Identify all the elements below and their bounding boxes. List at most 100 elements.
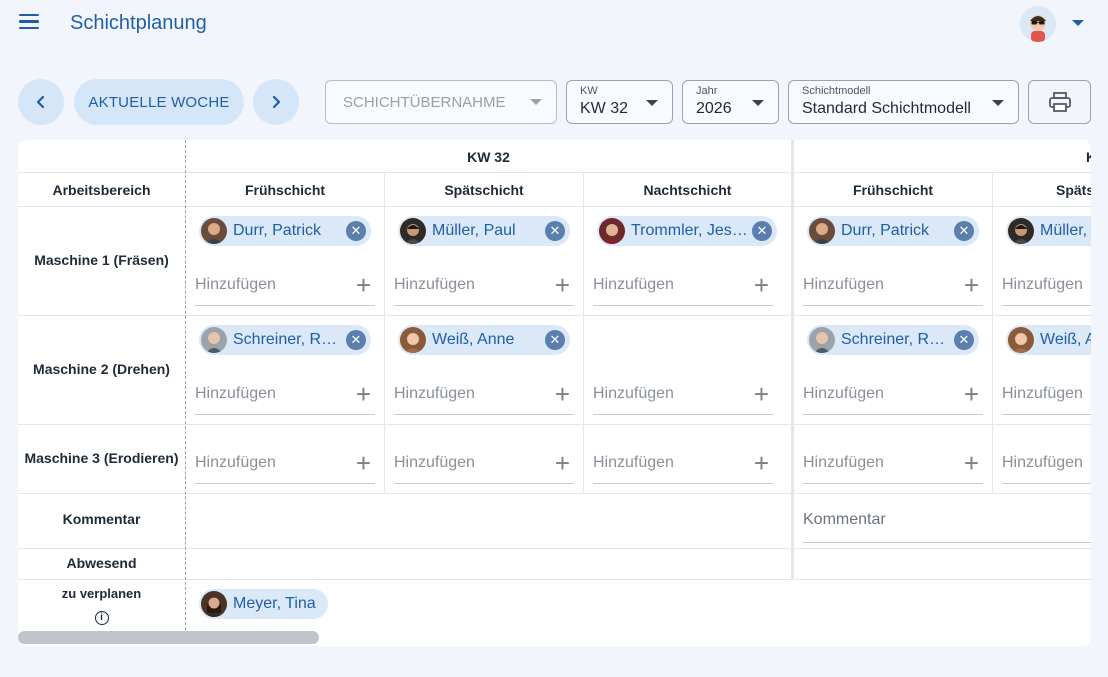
add-employee-input[interactable]: Hinzufügen + [394, 379, 574, 415]
area-column-header: Arbeitsbereich [52, 182, 151, 198]
add-employee-input[interactable]: Hinzufügen + [803, 379, 983, 415]
shift-takeover-select: SCHICHTÜBERNAHME [325, 80, 557, 124]
row-label-machine-2: Maschine 2 (Drehen) [33, 361, 170, 377]
shift-header-night: Nachtschicht [643, 182, 732, 198]
add-employee-input[interactable]: Hinzufügen + [803, 270, 983, 306]
remove-icon[interactable]: ✕ [346, 330, 366, 350]
shift-header-late: Spätschicht [444, 182, 524, 198]
plus-icon[interactable]: + [555, 381, 570, 407]
employee-chip[interactable]: Schreiner, René ✕ [807, 325, 979, 355]
add-employee-input[interactable]: Hinzufügen [1002, 379, 1091, 415]
remove-icon[interactable]: ✕ [346, 221, 366, 241]
menu-icon[interactable] [14, 10, 44, 36]
plus-icon[interactable]: + [555, 450, 570, 476]
add-employee-input[interactable]: Hinzufügen + [394, 270, 574, 306]
print-button[interactable] [1028, 80, 1091, 124]
add-employee-placeholder: Hinzufügen [1002, 385, 1083, 402]
calendar-week-select[interactable]: KW KW 32 [566, 80, 673, 124]
year-select[interactable]: Jahr 2026 [682, 80, 779, 124]
shift-model-select[interactable]: Schichtmodell Standard Schichtmodell [788, 80, 1019, 124]
employee-chip[interactable]: Schreiner, René ✕ [199, 325, 371, 355]
add-employee-input[interactable]: Hinzufügen [1002, 270, 1091, 306]
plus-icon[interactable]: + [754, 381, 769, 407]
remove-icon[interactable]: ✕ [954, 330, 974, 350]
next-week-button[interactable] [253, 79, 299, 125]
add-employee-placeholder: Hinzufügen [394, 276, 475, 293]
shift-plan-table: KW 32 K Arbeitsbereich Frühschicht Späts… [18, 140, 1091, 646]
info-icon[interactable]: i [94, 611, 109, 625]
chevron-down-icon [530, 99, 542, 105]
page-title: Schichtplanung [70, 12, 207, 34]
add-employee-placeholder: Hinzufügen [394, 385, 475, 402]
add-employee-input[interactable]: Hinzufügen + [593, 379, 773, 415]
plus-icon[interactable]: + [356, 381, 371, 407]
chevron-right-icon [272, 95, 281, 109]
chevron-down-icon [992, 100, 1004, 106]
employee-name: Weiß, Anne [432, 331, 515, 348]
calendar-week-value: KW 32 [580, 100, 629, 117]
user-avatar[interactable] [1020, 6, 1056, 42]
plus-icon[interactable]: + [356, 272, 371, 298]
remove-icon[interactable]: ✕ [545, 330, 565, 350]
remove-icon[interactable]: ✕ [954, 221, 974, 241]
employee-name: Durr, Patrick [841, 222, 930, 239]
horizontal-scrollbar[interactable] [18, 631, 319, 644]
employee-avatar [400, 218, 426, 244]
plus-icon[interactable]: + [754, 450, 769, 476]
add-employee-input[interactable]: Hinzufügen + [394, 448, 574, 484]
add-employee-input[interactable]: Hinzufügen [1002, 448, 1091, 484]
plus-icon[interactable]: + [356, 450, 371, 476]
employee-name: Durr, Patrick [233, 222, 322, 239]
shift-header-early: Frühschicht [244, 182, 326, 198]
employee-chip[interactable]: Weiß, A [1006, 325, 1091, 355]
printer-icon [1048, 92, 1071, 112]
shift-header-early: Frühschicht [852, 182, 934, 198]
year-label: Jahr [696, 85, 718, 97]
add-employee-input[interactable]: Hinzufügen + [195, 379, 375, 415]
current-week-button[interactable]: AKTUELLE WOCHE [74, 79, 244, 125]
year-value: 2026 [696, 100, 732, 117]
unplanned-employee-chip[interactable]: Meyer, Tina [199, 589, 328, 619]
add-employee-input[interactable]: Hinzufügen + [195, 270, 375, 306]
employee-name: Weiß, A [1040, 331, 1091, 348]
comment-placeholder: Kommentar [803, 511, 886, 528]
add-employee-placeholder: Hinzufügen [593, 385, 674, 402]
add-employee-input[interactable]: Hinzufügen + [593, 270, 773, 306]
employee-chip[interactable]: Weiß, Anne ✕ [398, 325, 570, 355]
week-header: KW 32 [467, 149, 510, 165]
remove-icon[interactable]: ✕ [752, 221, 772, 241]
add-employee-input[interactable]: Hinzufügen + [803, 448, 983, 484]
add-employee-placeholder: Hinzufügen [593, 276, 674, 293]
employee-chip[interactable]: Müller, P [1006, 216, 1091, 246]
week-header: K [1086, 149, 1091, 165]
chevron-down-icon [646, 100, 658, 106]
row-label-machine-1: Maschine 1 (Fräsen) [34, 252, 169, 268]
add-employee-placeholder: Hinzufügen [195, 276, 276, 293]
employee-avatar [201, 591, 227, 617]
employee-name: Trommler, Jes… [631, 222, 748, 239]
shift-takeover-label: SCHICHTÜBERNAHME [343, 94, 506, 111]
employee-chip[interactable]: Trommler, Jes… ✕ [597, 216, 777, 246]
add-employee-placeholder: Hinzufügen [803, 454, 884, 471]
add-employee-placeholder: Hinzufügen [803, 385, 884, 402]
plus-icon[interactable]: + [754, 272, 769, 298]
previous-week-button[interactable] [18, 79, 64, 125]
add-employee-placeholder: Hinzufügen [195, 385, 276, 402]
plus-icon[interactable]: + [964, 381, 979, 407]
plus-icon[interactable]: + [964, 450, 979, 476]
add-employee-input[interactable]: Hinzufügen + [593, 448, 773, 484]
employee-chip[interactable]: Durr, Patrick ✕ [199, 216, 371, 246]
add-employee-placeholder: Hinzufügen [1002, 454, 1083, 471]
add-employee-placeholder: Hinzufügen [195, 454, 276, 471]
comment-input[interactable]: Kommentar [803, 501, 1091, 543]
remove-icon[interactable]: ✕ [545, 221, 565, 241]
employee-chip[interactable]: Müller, Paul ✕ [398, 216, 570, 246]
employee-avatar [1008, 327, 1034, 353]
user-menu-chevron-down-icon[interactable] [1072, 20, 1084, 26]
row-label-absent: Abwesend [66, 555, 137, 571]
plus-icon[interactable]: + [964, 272, 979, 298]
employee-chip[interactable]: Durr, Patrick ✕ [807, 216, 979, 246]
add-employee-input[interactable]: Hinzufügen + [195, 448, 375, 484]
employee-avatar [201, 218, 227, 244]
plus-icon[interactable]: + [555, 272, 570, 298]
